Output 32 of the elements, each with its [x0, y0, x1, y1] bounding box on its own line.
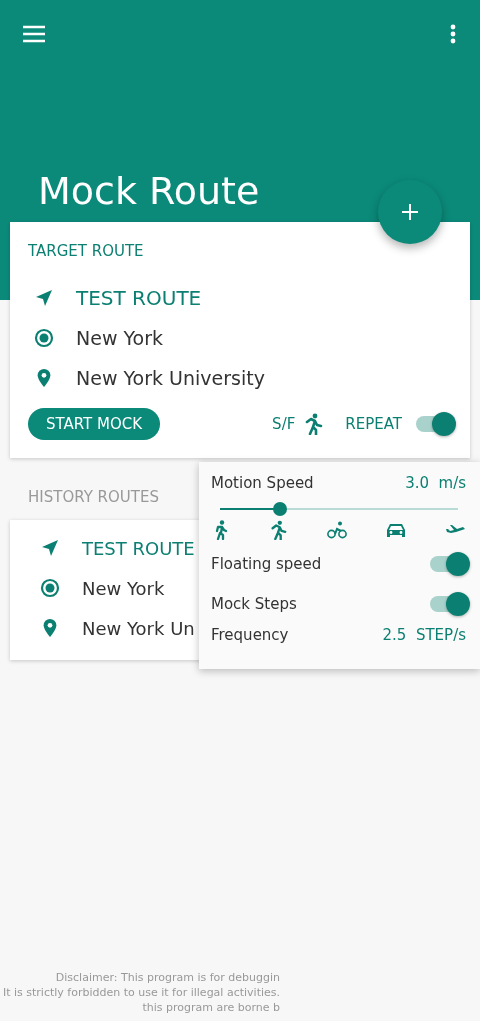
start-location: New York — [76, 327, 163, 349]
walking-person-icon[interactable] — [213, 520, 229, 540]
frequency-value: 2.5 STEP/s — [382, 626, 466, 644]
add-button[interactable] — [378, 180, 442, 244]
slider-thumb[interactable] — [272, 502, 287, 516]
route-name: TEST ROUTE — [82, 537, 195, 559]
page-title: Mock Route — [38, 168, 260, 215]
bicycle-icon[interactable] — [326, 521, 347, 539]
more-options-icon[interactable] — [450, 24, 456, 44]
sf-label: S/F — [272, 415, 296, 433]
car-icon[interactable] — [386, 522, 407, 538]
section-heading: HISTORY ROUTES — [28, 488, 160, 506]
menu-icon[interactable] — [22, 24, 46, 44]
section-heading: TARGET ROUTE — [28, 242, 145, 260]
running-person-icon[interactable] — [303, 413, 324, 435]
speed-value: 3.0 m/s — [405, 474, 466, 492]
start-location: New York — [82, 577, 165, 599]
disclaimer-text: Disclaimer: This program is for debuggin — [54, 970, 280, 985]
disclaimer-text: this program are borne b — [141, 1000, 280, 1015]
start-mock-button[interactable]: START MOCK — [28, 408, 161, 440]
end-location: New York University — [76, 367, 265, 389]
route-name: TEST ROUTE — [76, 286, 202, 310]
setting-label: Floating speed — [211, 555, 322, 573]
repeat-label: REPEAT — [345, 415, 402, 433]
frequency-label: Frequency — [211, 626, 289, 644]
disclaimer-text: It is strictly forbidden to use it for illegal activities. — [1, 985, 280, 1000]
motion-speed-label: Motion Speed — [211, 474, 314, 492]
running-person-icon[interactable] — [268, 520, 287, 540]
end-location: New York Un — [82, 617, 195, 639]
airplane-icon[interactable] — [446, 524, 466, 536]
setting-label: Mock Steps — [211, 595, 297, 613]
plus-icon — [401, 203, 419, 221]
